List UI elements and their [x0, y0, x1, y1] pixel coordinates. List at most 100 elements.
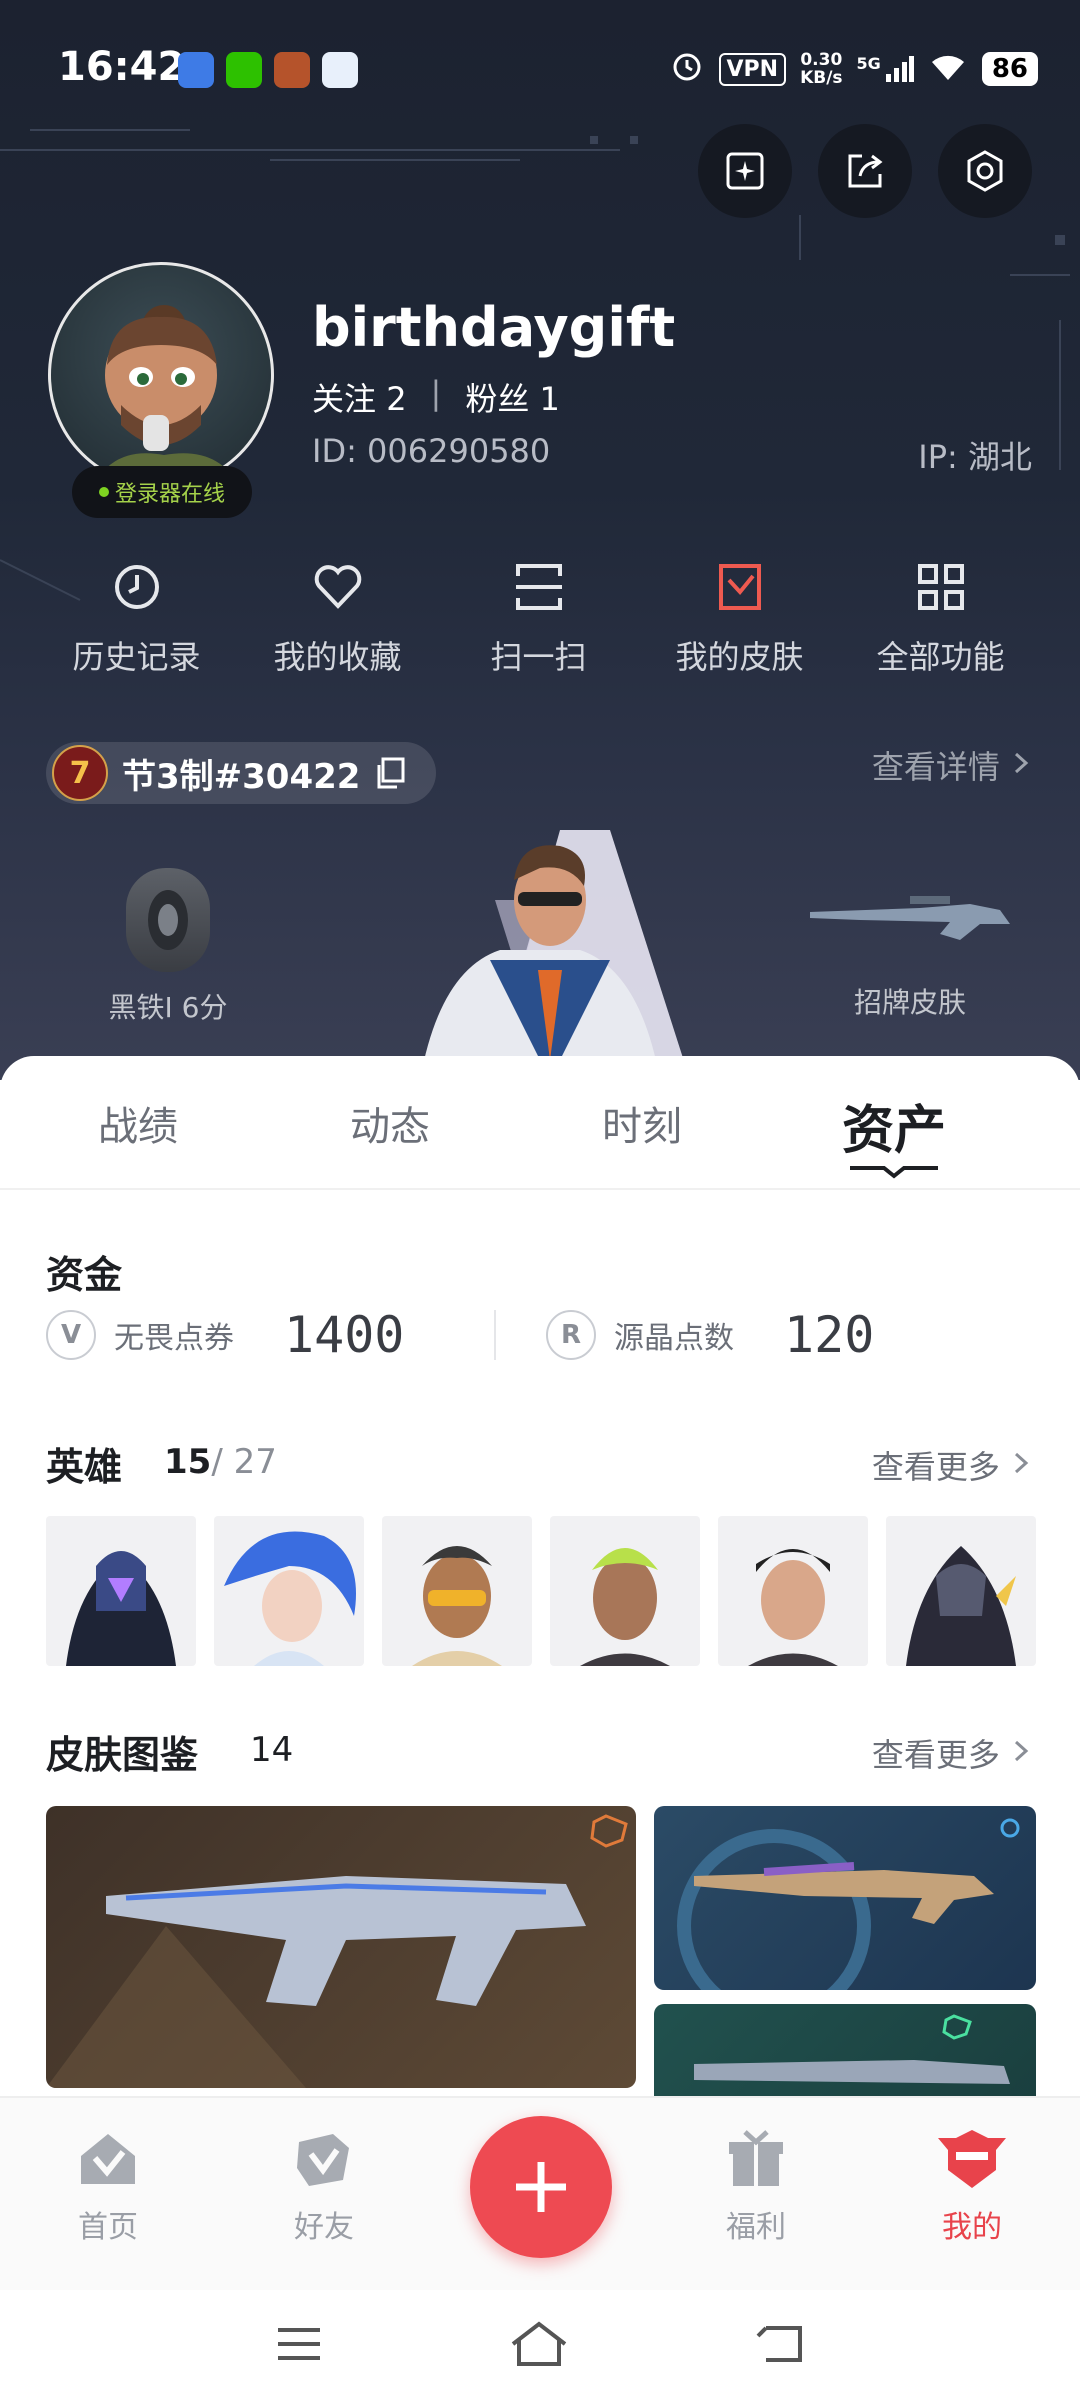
rp-value: 120 — [784, 1306, 875, 1364]
nav-label: 我的 — [942, 2210, 1002, 2245]
top-actions — [698, 124, 1032, 218]
nav-label: 首页 — [78, 2210, 138, 2245]
tab-active-indicator — [850, 1166, 938, 1179]
agents-title: 英雄 — [46, 1445, 123, 1489]
grid-icon — [917, 564, 964, 610]
skin-icon — [718, 564, 761, 610]
home-system-button[interactable] — [504, 2314, 574, 2374]
chevron-right-icon — [1014, 1452, 1029, 1474]
signature-skin-block[interactable]: 招牌皮肤 — [780, 890, 1040, 1021]
skins-more-link[interactable]: 查看更多 — [872, 1730, 1032, 1776]
quick-action-skins[interactable]: 我的皮肤 — [639, 556, 840, 678]
nav-friends[interactable]: 好友 — [254, 2124, 394, 2246]
quick-action-history[interactable]: 历史记录 — [36, 556, 237, 678]
history-icon — [114, 565, 159, 609]
nav-profile[interactable]: 我的 — [902, 2124, 1042, 2246]
radianite-points-icon: R — [546, 1310, 596, 1360]
wifi-icon — [928, 50, 968, 88]
nav-home[interactable]: 首页 — [38, 2124, 178, 2246]
chevron-right-icon — [1014, 1740, 1029, 1762]
profile-tabs: 战绩 动态 时刻 资产 — [0, 1056, 1080, 1190]
team-logo-icon: 7 — [52, 745, 108, 801]
status-time: 16:42 — [58, 44, 186, 90]
settings-button[interactable] — [938, 124, 1032, 218]
tab-record[interactable]: 战绩 — [12, 1056, 264, 1188]
online-status-label: 登录器在线 — [114, 482, 225, 507]
tab-moments[interactable]: 时刻 — [516, 1056, 768, 1188]
online-status-badge: 登录器在线 — [72, 466, 252, 518]
gift-icon — [729, 2130, 783, 2186]
view-details-link[interactable]: 查看详情 — [872, 742, 1032, 788]
app-notification-icon — [178, 52, 214, 88]
rp-label: 源晶点数 — [614, 1321, 734, 1356]
sparkle-card-icon — [726, 152, 764, 190]
agent-tile[interactable] — [718, 1516, 868, 1666]
agent-tile[interactable] — [550, 1516, 700, 1666]
mail-icon — [322, 52, 358, 88]
skin-card[interactable] — [46, 1806, 636, 2088]
agent-portrait-image — [420, 845, 660, 1080]
quick-action-scan[interactable]: 扫一扫 — [438, 556, 639, 678]
wechat-icon — [226, 52, 262, 88]
home-outline-icon — [511, 2321, 567, 2366]
back-button[interactable] — [746, 2314, 816, 2374]
avatar[interactable] — [48, 262, 274, 488]
agent-tile[interactable] — [382, 1516, 532, 1666]
agent-tile[interactable] — [886, 1516, 1036, 1666]
system-navigation-bar — [0, 2290, 1080, 2400]
valorant-points-icon: V — [46, 1310, 96, 1360]
plus-icon — [516, 2162, 566, 2212]
signature-skin-image — [810, 896, 1010, 940]
game-account-name: 节3制#30422 — [122, 756, 361, 797]
skins-title: 皮肤图鉴 — [46, 1733, 199, 1777]
create-post-button[interactable] — [470, 2116, 612, 2258]
user-ip-location: IP: 湖北 — [918, 438, 1032, 476]
notification-icons — [178, 52, 358, 88]
profile-icon — [938, 2130, 1006, 2188]
agent-tile[interactable] — [214, 1516, 364, 1666]
home-icon — [81, 2134, 135, 2184]
copy-icon[interactable] — [374, 756, 408, 790]
edit-card-button[interactable] — [698, 124, 792, 218]
status-bar: 16:42 VPN 0.30 KB/s 5G 86 — [0, 0, 1080, 140]
network-speed: 0.30 KB/s — [800, 50, 843, 88]
username: birthdaygift — [312, 296, 676, 359]
vp-label: 无畏点券 — [114, 1321, 234, 1356]
game-account-pill[interactable]: 7 节3制#30422 — [46, 742, 437, 804]
online-dot — [98, 487, 109, 497]
rank-block[interactable]: 黑铁Ⅰ 6分 — [68, 868, 268, 1026]
menu-icon — [278, 2328, 320, 2360]
funds-row: V 无畏点券 1400 R 源晶点数 120 — [46, 1300, 1046, 1370]
funds-divider — [494, 1310, 496, 1360]
vp-value: 1400 — [284, 1306, 405, 1364]
chevron-right-icon — [1014, 752, 1029, 774]
agents-more-link[interactable]: 查看更多 — [872, 1442, 1032, 1488]
rank-iron-icon — [126, 868, 210, 972]
tab-assets[interactable]: 资产 — [768, 1056, 1020, 1188]
agent-tile[interactable] — [46, 1516, 196, 1666]
alarm-icon — [669, 48, 705, 90]
nav-welfare[interactable]: 福利 — [686, 2124, 826, 2246]
share-button[interactable] — [818, 124, 912, 218]
skin-card[interactable] — [654, 2004, 1036, 2100]
funds-title: 资金 — [46, 1253, 123, 1297]
friends-icon — [297, 2134, 349, 2186]
follow-stats: 关注 2 | 粉丝 1 — [312, 374, 560, 420]
recent-apps-button[interactable] — [264, 2314, 334, 2374]
rank-label: 黑铁Ⅰ 6分 — [108, 991, 228, 1024]
vpn-badge: VPN — [718, 52, 787, 86]
fans-count[interactable]: 粉丝 1 — [465, 374, 560, 420]
quick-action-label: 我的皮肤 — [675, 638, 804, 676]
signature-skin-label: 招牌皮肤 — [853, 986, 966, 1019]
following-count[interactable]: 关注 2 — [312, 374, 407, 420]
agents-count: 15/ 27 — [164, 1442, 277, 1482]
scan-icon — [515, 564, 562, 610]
quick-action-label: 全部功能 — [876, 638, 1005, 676]
quick-action-all[interactable]: 全部功能 — [840, 556, 1041, 678]
quick-action-favorites[interactable]: 我的收藏 — [237, 556, 438, 678]
tab-feed[interactable]: 动态 — [264, 1056, 516, 1188]
skin-card[interactable] — [654, 1806, 1036, 1990]
app-notification-icon — [274, 52, 310, 88]
signal-icon: 5G — [857, 54, 914, 84]
battery-indicator: 86 — [981, 52, 1038, 86]
